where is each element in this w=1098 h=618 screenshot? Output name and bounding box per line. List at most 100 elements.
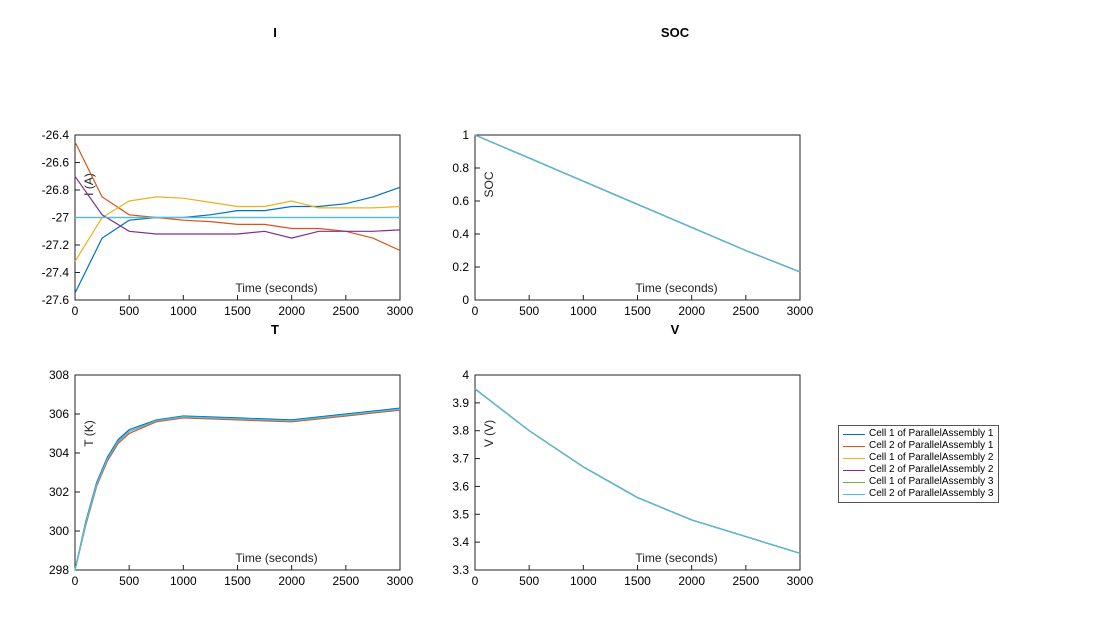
series-line [475,135,800,272]
svg-text:3000: 3000 [387,304,414,318]
legend-entry: Cell 2 of ParallelAssembly 2 [843,464,994,476]
svg-text:0: 0 [462,293,469,307]
svg-text:1000: 1000 [570,304,597,318]
chart-title-T: T [75,322,475,337]
svg-text:500: 500 [519,574,539,588]
svg-text:0.2: 0.2 [452,260,469,274]
svg-text:0.8: 0.8 [452,161,469,175]
series-line [75,409,400,570]
series-line [75,409,400,570]
svg-text:0: 0 [472,304,479,318]
svg-text:-26.4: -26.4 [42,128,70,142]
svg-text:0.4: 0.4 [452,227,469,241]
series-line [75,409,400,570]
svg-text:-27: -27 [52,211,70,225]
svg-text:2000: 2000 [678,304,705,318]
svg-text:V (V): V (V) [482,420,496,447]
series-line [475,389,800,553]
svg-text:Time (seconds): Time (seconds) [635,281,717,295]
svg-text:298: 298 [49,563,69,577]
svg-text:1500: 1500 [224,304,251,318]
svg-text:-26.8: -26.8 [42,183,70,197]
svg-text:0: 0 [72,304,79,318]
svg-text:500: 500 [119,304,139,318]
series-line [475,389,800,553]
svg-text:1500: 1500 [624,304,651,318]
svg-text:3000: 3000 [387,574,414,588]
series-line [75,187,400,293]
legend-swatch [843,434,865,435]
legend-swatch [843,494,865,495]
figure: I SOC T V 050010001500200025003000-27.6-… [0,0,1098,618]
legend-label: Cell 1 of ParallelAssembly 2 [869,452,994,464]
svg-text:1: 1 [462,128,469,142]
svg-text:3.8: 3.8 [452,424,469,438]
series-line [475,389,800,553]
chart-axes-SOC: 05001000150020002500300000.20.40.60.81Ti… [475,135,800,300]
legend-swatch [843,470,865,471]
chart-title-V: V [475,322,875,337]
series-line [75,409,400,570]
svg-text:T (K): T (K) [82,420,96,446]
svg-text:2500: 2500 [332,574,359,588]
svg-text:304: 304 [49,446,69,460]
legend-entry: Cell 1 of ParallelAssembly 1 [843,428,994,440]
svg-text:2000: 2000 [678,574,705,588]
svg-text:3.7: 3.7 [452,452,469,466]
svg-text:3.4: 3.4 [452,535,469,549]
legend-entry: Cell 1 of ParallelAssembly 3 [843,476,994,488]
svg-text:2000: 2000 [278,304,305,318]
svg-text:1000: 1000 [170,574,197,588]
legend-label: Cell 1 of ParallelAssembly 3 [869,476,994,488]
legend-swatch [843,458,865,459]
legend-label: Cell 1 of ParallelAssembly 1 [869,428,994,440]
svg-text:2500: 2500 [732,304,759,318]
svg-text:302: 302 [49,485,69,499]
legend-entry: Cell 1 of ParallelAssembly 2 [843,452,994,464]
svg-text:-26.6: -26.6 [42,156,70,170]
svg-text:1500: 1500 [224,574,251,588]
svg-text:0.6: 0.6 [452,194,469,208]
series-line [475,389,800,553]
series-line [75,176,400,238]
svg-text:2500: 2500 [732,574,759,588]
legend-label: Cell 2 of ParallelAssembly 2 [869,464,994,476]
svg-text:0: 0 [72,574,79,588]
legend-entry: Cell 2 of ParallelAssembly 1 [843,440,994,452]
svg-text:306: 306 [49,407,69,421]
chart-axes-I: 050010001500200025003000-27.6-27.4-27.2-… [75,135,400,300]
svg-text:2500: 2500 [332,304,359,318]
series-line [475,389,800,553]
svg-text:-27.2: -27.2 [42,238,70,252]
svg-text:0: 0 [472,574,479,588]
chart-axes-V: 0500100015002000250030003.33.43.53.63.73… [475,375,800,570]
svg-text:-27.4: -27.4 [42,266,70,280]
svg-text:3.9: 3.9 [452,396,469,410]
svg-text:-27.6: -27.6 [42,293,70,307]
svg-text:308: 308 [49,368,69,382]
svg-text:500: 500 [519,304,539,318]
series-line [475,389,800,553]
svg-text:Time (seconds): Time (seconds) [635,551,717,565]
svg-text:Time (seconds): Time (seconds) [235,551,317,565]
svg-text:3.5: 3.5 [452,507,469,521]
legend-label: Cell 2 of ParallelAssembly 1 [869,440,994,452]
svg-text:1500: 1500 [624,574,651,588]
svg-text:I (A): I (A) [82,173,96,196]
chart-title-I: I [75,25,475,40]
svg-text:Time (seconds): Time (seconds) [235,281,317,295]
chart-title-SOC: SOC [475,25,875,40]
chart-axes-T: 0500100015002000250030002983003023043063… [75,375,400,570]
legend-entry: Cell 2 of ParallelAssembly 3 [843,488,994,500]
svg-text:SOC: SOC [482,171,496,197]
svg-text:1000: 1000 [570,574,597,588]
svg-text:300: 300 [49,524,69,538]
svg-text:2000: 2000 [278,574,305,588]
svg-text:3000: 3000 [787,574,814,588]
legend: Cell 1 of ParallelAssembly 1Cell 2 of Pa… [838,425,999,503]
legend-label: Cell 2 of ParallelAssembly 3 [869,488,994,500]
svg-text:1000: 1000 [170,304,197,318]
series-line [75,197,400,262]
svg-text:4: 4 [462,368,469,382]
legend-swatch [843,446,865,447]
